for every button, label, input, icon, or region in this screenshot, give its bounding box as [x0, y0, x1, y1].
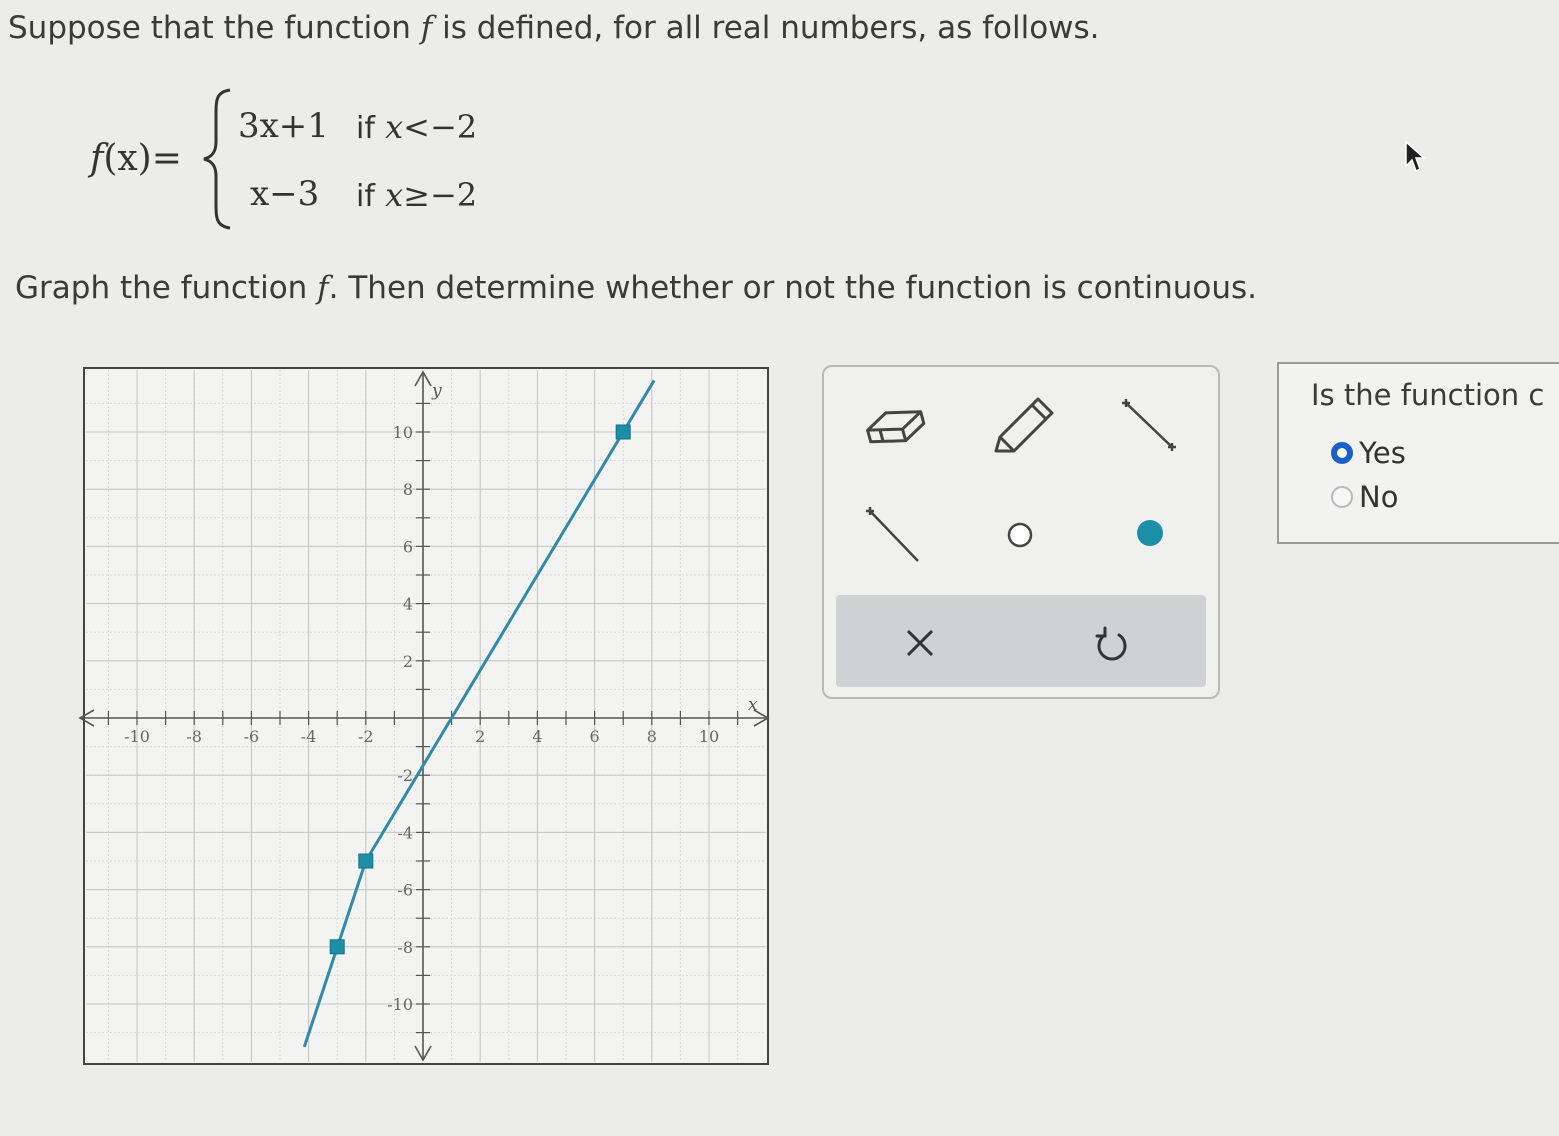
prompt-intro: Suppose that the function f is defined, …	[8, 10, 1100, 46]
y-axis-label: y	[431, 381, 442, 401]
prompt-instruction-start: Graph the function	[15, 270, 318, 306]
plot-point	[358, 853, 374, 869]
coordinate-plane[interactable]: -10 -8 -6 -4 -2 2 4 6 8 10 -10 -8 -6 -4 -2 2 4 6 8 10 x y	[66, 366, 772, 1068]
x-tick-label: 2	[475, 727, 485, 746]
option-no-label: No	[1359, 480, 1399, 514]
piece-1-expression: 3x+1	[238, 106, 329, 146]
x-tick-label: 4	[532, 727, 542, 746]
x-tick-label: 10	[699, 727, 719, 746]
y-tick-label: -8	[397, 938, 413, 957]
function-name: f	[90, 138, 104, 179]
y-tick-label: -6	[397, 881, 413, 900]
action-bar	[836, 595, 1206, 687]
equals-sign: =	[151, 138, 182, 179]
undo-icon[interactable]	[1092, 623, 1132, 665]
prompt-instruction: Graph the function f. Then determine whe…	[15, 270, 1257, 306]
option-yes[interactable]: Yes	[1331, 436, 1406, 470]
x-tick-label: -2	[358, 727, 374, 746]
piece-1-condition: if x<−2	[356, 108, 477, 146]
x-tick-label: -8	[186, 727, 202, 746]
y-tick-label: 4	[403, 595, 413, 614]
question-text: Is the function c	[1311, 378, 1545, 412]
x-tick-label: 6	[590, 727, 600, 746]
x-axis-label: x	[748, 695, 758, 715]
x-tick-label: 8	[647, 727, 657, 746]
prompt-intro-variable: f	[420, 10, 433, 46]
eraser-icon[interactable]	[860, 397, 930, 459]
y-tick-label: 10	[393, 423, 413, 442]
y-tick-label: 8	[403, 480, 413, 499]
x-tick-label: -6	[244, 727, 260, 746]
radio-no[interactable]	[1331, 486, 1353, 508]
plot-point	[615, 424, 631, 440]
piece-1-if: if	[356, 111, 375, 146]
graph-border	[83, 367, 769, 1065]
prompt-intro-start: Suppose that the function	[8, 10, 421, 46]
ray-icon[interactable]	[860, 501, 932, 567]
graph-tool-palette	[822, 365, 1220, 699]
piece-2-var: x	[385, 176, 404, 214]
piece-1-var: x	[385, 108, 404, 146]
option-yes-label: Yes	[1359, 436, 1406, 470]
prompt-instruction-end: . Then determine whether or not the func…	[328, 270, 1257, 306]
piece-1-relation: <−2	[403, 108, 478, 146]
function-lhs: f(x)=	[90, 138, 182, 179]
piece-2-expression: x−3	[250, 174, 320, 214]
plot-point	[329, 939, 345, 955]
y-tick-label: -10	[387, 995, 413, 1014]
function-argument: (x)	[103, 138, 152, 179]
piece-2-if: if	[356, 179, 375, 214]
continuity-question: Is the function c Yes No	[1277, 362, 1559, 544]
line-segment-icon[interactable]	[1114, 393, 1186, 459]
radio-yes[interactable]	[1331, 442, 1353, 464]
open-circle-icon[interactable]	[1004, 519, 1036, 551]
prompt-intro-end: is defined, for all real numbers, as fol…	[432, 10, 1100, 46]
closed-circle-icon[interactable]	[1132, 515, 1168, 551]
graph-panel[interactable]: -10 -8 -6 -4 -2 2 4 6 8 10 -10 -8 -6 -4 -2 2 4 6 8 10 x y	[66, 366, 772, 1068]
option-no[interactable]: No	[1331, 480, 1398, 514]
y-tick-label: -2	[397, 766, 413, 785]
prompt-instruction-variable: f	[317, 270, 329, 306]
x-tick-label: -4	[301, 727, 317, 746]
clear-icon[interactable]	[900, 623, 940, 663]
y-tick-label: 6	[403, 537, 413, 556]
piecewise-brace	[203, 88, 231, 230]
pencil-icon[interactable]	[986, 393, 1058, 459]
mouse-cursor-icon	[1405, 140, 1426, 173]
piece-2-condition: if x≥−2	[356, 176, 477, 214]
y-tick-label: -4	[397, 823, 413, 842]
piece-2-relation: ≥−2	[403, 176, 478, 214]
y-tick-label: 2	[403, 652, 413, 671]
x-tick-label: -10	[124, 727, 150, 746]
